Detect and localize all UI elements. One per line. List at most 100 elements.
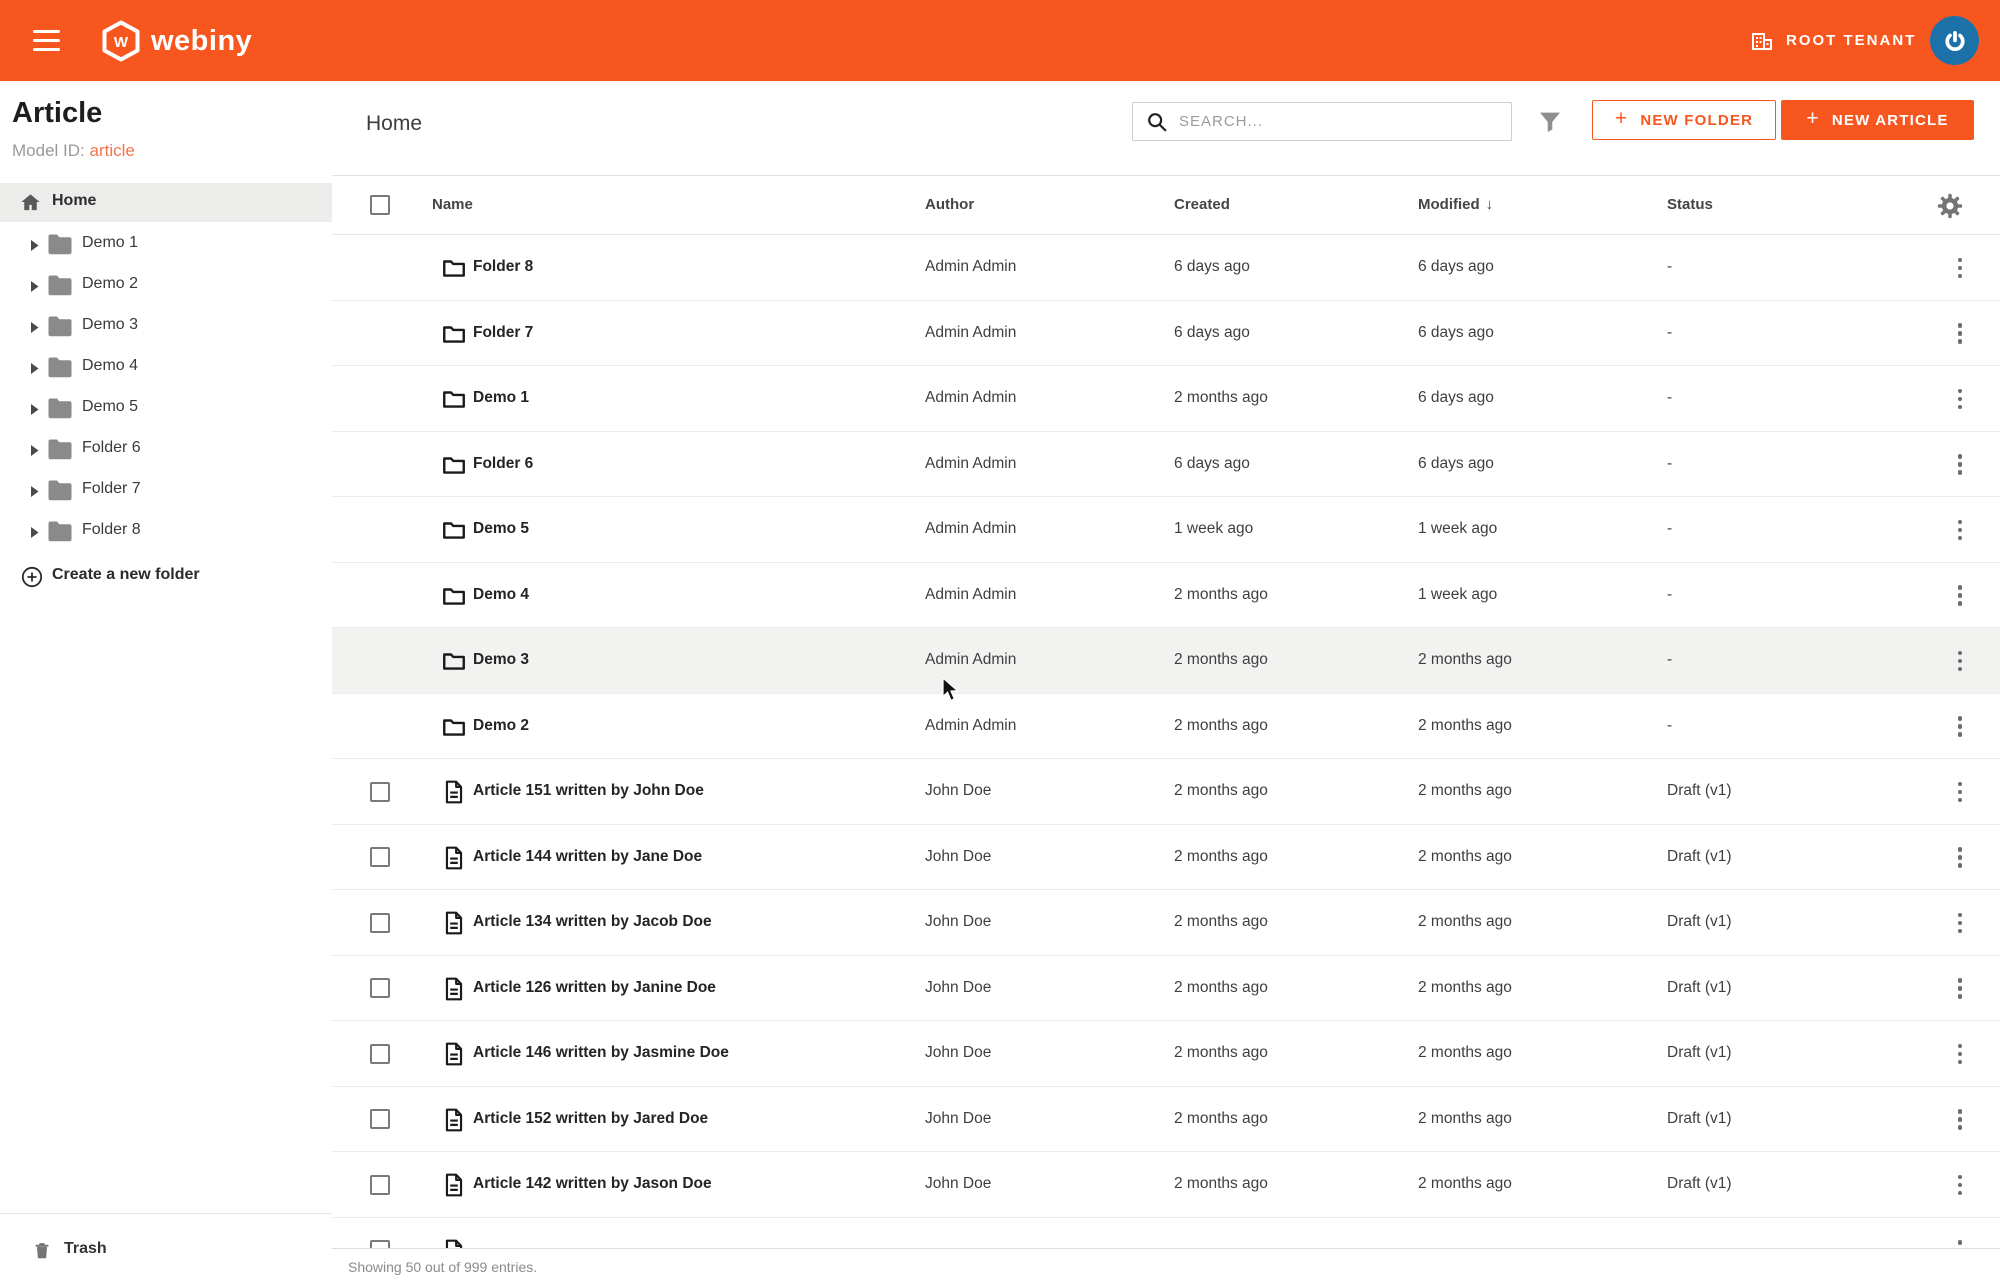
sidebar-folder-item[interactable]: Demo 5 xyxy=(0,388,332,429)
row-name[interactable]: Article 146 written by Jasmine Doe xyxy=(473,1044,729,1062)
row-modified: 2 months ago xyxy=(1418,913,1512,931)
row-name[interactable]: Demo 2 xyxy=(473,717,529,735)
table-row[interactable]: Demo 3 Admin Admin 2 months ago 2 months… xyxy=(332,628,2000,694)
row-checkbox[interactable] xyxy=(370,913,390,933)
row-checkbox[interactable] xyxy=(370,847,390,867)
row-checkbox[interactable] xyxy=(370,1240,390,1248)
row-name[interactable]: Article 151 written by John Doe xyxy=(473,782,704,800)
row-actions-menu-icon[interactable] xyxy=(1945,843,1975,873)
row-name[interactable]: Article 142 written by Jason Doe xyxy=(473,1175,712,1193)
sidebar-folder-item[interactable]: Folder 8 xyxy=(0,511,332,552)
table-row[interactable]: Demo 5 Admin Admin 1 week ago 1 week ago… xyxy=(332,497,2000,563)
select-all-checkbox[interactable] xyxy=(370,195,390,215)
tenant-selector[interactable]: ROOT TENANT xyxy=(1750,0,1916,81)
row-checkbox[interactable] xyxy=(370,782,390,802)
row-actions-menu-icon[interactable] xyxy=(1945,319,1975,349)
row-actions-menu-icon[interactable] xyxy=(1945,1236,1975,1249)
row-actions-menu-icon[interactable] xyxy=(1945,1039,1975,1069)
gear-icon[interactable] xyxy=(1936,192,1964,220)
chevron-right-icon[interactable] xyxy=(29,444,40,457)
table-row[interactable]: Demo 1 Admin Admin 2 months ago 6 days a… xyxy=(332,366,2000,432)
row-checkbox[interactable] xyxy=(370,1175,390,1195)
sidebar-folder-item[interactable]: Folder 7 xyxy=(0,470,332,511)
row-actions-menu-icon[interactable] xyxy=(1945,1105,1975,1135)
table-row[interactable] xyxy=(332,1218,2000,1249)
row-actions-menu-icon[interactable] xyxy=(1945,1170,1975,1200)
table-row[interactable]: Article 126 written by Janine Doe John D… xyxy=(332,956,2000,1022)
table-row[interactable]: Article 146 written by Jasmine Doe John … xyxy=(332,1021,2000,1087)
row-actions-menu-icon[interactable] xyxy=(1945,384,1975,414)
search-input[interactable] xyxy=(1179,103,1499,140)
row-actions-menu-icon[interactable] xyxy=(1945,974,1975,1004)
row-name[interactable]: Folder 8 xyxy=(473,258,533,276)
filter-icon[interactable] xyxy=(1535,107,1565,137)
hamburger-menu-icon[interactable] xyxy=(33,30,60,51)
table-row[interactable]: Article 142 written by Jason Doe John Do… xyxy=(332,1152,2000,1218)
create-folder-button[interactable]: Create a new folder xyxy=(0,559,332,595)
column-header-name[interactable]: Name xyxy=(432,196,473,213)
row-name[interactable]: Article 126 written by Janine Doe xyxy=(473,979,716,997)
chevron-right-icon[interactable] xyxy=(29,485,40,498)
row-name[interactable]: Demo 4 xyxy=(473,586,529,604)
row-name[interactable]: Folder 7 xyxy=(473,324,533,342)
webiny-logo[interactable]: W webiny xyxy=(101,20,252,62)
chevron-right-icon[interactable] xyxy=(29,526,40,539)
new-article-button[interactable]: + NEW ARTICLE xyxy=(1781,100,1974,140)
new-folder-button[interactable]: + NEW FOLDER xyxy=(1592,100,1776,140)
column-header-modified[interactable]: Modified↓ xyxy=(1418,196,1493,213)
row-author: Admin Admin xyxy=(925,586,1016,604)
row-checkbox[interactable] xyxy=(370,978,390,998)
sidebar-folder-item[interactable]: Demo 4 xyxy=(0,347,332,388)
row-checkbox[interactable] xyxy=(370,1109,390,1129)
column-header-status[interactable]: Status xyxy=(1667,196,1713,213)
table-row[interactable]: Article 134 written by Jacob Doe John Do… xyxy=(332,890,2000,956)
row-name[interactable]: Article 152 written by Jared Doe xyxy=(473,1110,708,1128)
user-avatar-button[interactable] xyxy=(1930,16,1979,65)
chevron-right-icon[interactable] xyxy=(29,280,40,293)
chevron-right-icon[interactable] xyxy=(29,321,40,334)
row-name[interactable]: Article 134 written by Jacob Doe xyxy=(473,913,712,931)
row-name[interactable]: Folder 6 xyxy=(473,455,533,473)
row-status: - xyxy=(1667,651,1672,669)
row-actions-menu-icon[interactable] xyxy=(1945,712,1975,742)
model-id-value[interactable]: article xyxy=(89,141,134,160)
row-actions-menu-icon[interactable] xyxy=(1945,515,1975,545)
trash-button[interactable]: Trash xyxy=(0,1213,332,1285)
row-name[interactable]: Demo 3 xyxy=(473,651,529,669)
row-actions-menu-icon[interactable] xyxy=(1945,581,1975,611)
column-header-author[interactable]: Author xyxy=(925,196,974,213)
sidebar-folder-item[interactable]: Demo 1 xyxy=(0,224,332,265)
table-row[interactable]: Article 144 written by Jane Doe John Doe… xyxy=(332,825,2000,891)
row-actions-menu-icon[interactable] xyxy=(1945,253,1975,283)
chevron-right-icon[interactable] xyxy=(29,403,40,416)
sidebar-folder-item[interactable]: Demo 2 xyxy=(0,265,332,306)
row-name[interactable]: Article 144 written by Jane Doe xyxy=(473,848,702,866)
row-actions-menu-icon[interactable] xyxy=(1945,646,1975,676)
column-header-created[interactable]: Created xyxy=(1174,196,1230,213)
table-row[interactable]: Demo 2 Admin Admin 2 months ago 2 months… xyxy=(332,694,2000,760)
table-row[interactable]: Folder 8 Admin Admin 6 days ago 6 days a… xyxy=(332,235,2000,301)
model-id-label: Model ID: xyxy=(12,141,85,160)
row-actions-menu-icon[interactable] xyxy=(1945,777,1975,807)
row-created: 2 months ago xyxy=(1174,389,1268,407)
table-row[interactable]: Article 152 written by Jared Doe John Do… xyxy=(332,1087,2000,1153)
row-author: Admin Admin xyxy=(925,455,1016,473)
chevron-right-icon[interactable] xyxy=(29,362,40,375)
row-actions-menu-icon[interactable] xyxy=(1945,908,1975,938)
row-actions-menu-icon[interactable] xyxy=(1945,450,1975,480)
row-name[interactable]: Demo 5 xyxy=(473,520,529,538)
table-row[interactable]: Folder 7 Admin Admin 6 days ago 6 days a… xyxy=(332,301,2000,367)
table-row[interactable]: Article 151 written by John Doe John Doe… xyxy=(332,759,2000,825)
plus-icon: + xyxy=(1806,107,1819,131)
row-name[interactable]: Demo 1 xyxy=(473,389,529,407)
row-author: John Doe xyxy=(925,1175,991,1193)
row-modified: 1 week ago xyxy=(1418,586,1497,604)
sidebar-folder-item[interactable]: Demo 3 xyxy=(0,306,332,347)
page-title: Home xyxy=(366,112,422,136)
sidebar-item-home[interactable]: Home xyxy=(0,183,332,222)
chevron-right-icon[interactable] xyxy=(29,239,40,252)
table-row[interactable]: Demo 4 Admin Admin 2 months ago 1 week a… xyxy=(332,563,2000,629)
table-row[interactable]: Folder 6 Admin Admin 6 days ago 6 days a… xyxy=(332,432,2000,498)
row-checkbox[interactable] xyxy=(370,1044,390,1064)
sidebar-folder-item[interactable]: Folder 6 xyxy=(0,429,332,470)
